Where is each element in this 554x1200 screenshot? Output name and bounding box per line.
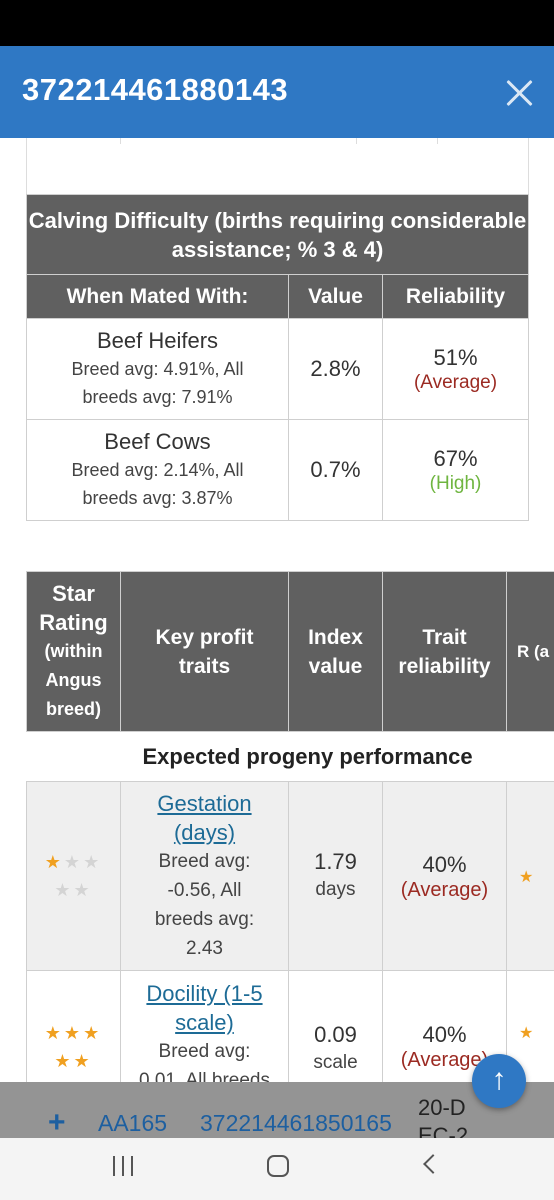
app-header: 372214461880143: [0, 46, 554, 138]
star-icon: ★: [73, 880, 93, 900]
index-unit: scale: [313, 1052, 358, 1073]
bottom-record-bar[interactable]: + AA165 372214461850165 20-DEC-25: [0, 1082, 554, 1140]
trait-reliability: 40%: [422, 851, 467, 877]
section-row: Expected progeny performance: [26, 731, 554, 782]
index-unit: days: [315, 879, 356, 900]
reliability-label: (Average): [413, 372, 498, 393]
star-icon: ★: [83, 1023, 103, 1043]
trait-link-gestation[interactable]: Gestation (days): [139, 789, 270, 847]
col-mated-with: When Mated With:: [26, 274, 289, 319]
star-icon: ★: [44, 852, 64, 872]
star-icon: ★: [44, 1023, 64, 1043]
row-avg: Breed avg: 2.14%, All breeds avg: 3.87%: [71, 460, 244, 508]
star-icon: ★: [63, 852, 84, 872]
col-index-value: Index value: [288, 571, 383, 732]
trait-link-docility[interactable]: Docility (1-5 scale): [139, 979, 270, 1037]
row-reliability: 67%: [433, 446, 478, 471]
scroll-to-top-button[interactable]: ↑: [472, 1054, 526, 1108]
row-avg: Breed avg: 4.91%, All breeds avg: 7.91%: [71, 359, 244, 407]
trait-avg: Breed avg: -0.56, All breeds avg: 2.43: [154, 851, 255, 959]
index-value: 0.09: [314, 1022, 357, 1047]
star-icon: ★: [73, 1051, 93, 1071]
arrow-up-icon: ↑: [491, 1063, 507, 1096]
star-icon: ★: [519, 868, 534, 886]
star-rating-label: Star Rating: [39, 581, 108, 635]
calving-difficulty-table: Calving Difficulty (births requiring con…: [25, 194, 530, 521]
index-value: 1.79: [314, 849, 357, 874]
detail-content[interactable]: Calving Difficulty (births requiring con…: [0, 138, 554, 1134]
star-icon: ★: [54, 880, 74, 900]
star-icon: ★: [519, 1025, 534, 1042]
row-value: 0.7%: [288, 419, 383, 521]
record-date: 20-DEC-25: [418, 1095, 469, 1138]
star-icon: ★: [54, 1051, 74, 1071]
record-code: AA165: [98, 1110, 168, 1136]
col-star-rating: Star Rating (within Angus breed): [26, 571, 121, 732]
expand-plus-icon[interactable]: +: [48, 1106, 66, 1140]
key-profit-traits-table: Star Rating (within Angus breed) Key pro…: [26, 571, 554, 1125]
reliability-label: (High): [429, 473, 482, 494]
trait-reliability: 40%: [422, 1022, 467, 1047]
recent-apps-icon[interactable]: [113, 1156, 135, 1176]
col-trait-reliability: Trait reliability: [382, 571, 507, 732]
calving-title: Calving Difficulty (births requiring con…: [25, 194, 530, 275]
star-rating-cell: ★★★ ★★: [26, 781, 121, 971]
row-reliability: 51%: [433, 345, 478, 370]
home-icon[interactable]: [267, 1155, 289, 1177]
divider: [437, 138, 438, 144]
star-rating-sub: (within Angus breed): [44, 641, 103, 719]
col-partial: R (a a b: [506, 571, 554, 732]
system-nav-bar: [0, 1138, 554, 1200]
row-name: Beef Cows: [104, 429, 211, 454]
table-row: Beef Heifers Breed avg: 4.91%, All breed…: [26, 318, 530, 420]
section-label: Expected progeny performance: [26, 731, 507, 782]
star-rating: ★★★ ★★: [27, 1019, 120, 1075]
table-row: Beef Cows Breed avg: 2.14%, All breeds a…: [26, 419, 530, 521]
back-icon[interactable]: [423, 1154, 443, 1174]
col-reliability: Reliability: [381, 274, 530, 319]
star-rating: ★★★ ★★: [27, 848, 120, 904]
record-id: 372214461850165: [200, 1110, 392, 1136]
page-title: 372214461880143: [22, 72, 289, 107]
divider: [356, 138, 357, 144]
star-icon: ★: [83, 852, 103, 872]
col-key-traits: Key profit traits: [120, 571, 289, 732]
col-value: Value: [288, 274, 383, 319]
status-bar: [0, 0, 554, 46]
reliability-label: (Average): [400, 878, 489, 901]
close-icon[interactable]: [502, 76, 536, 110]
table-row: ★★★ ★★ Gestation (days) Breed avg: -0.56…: [26, 781, 554, 971]
divider: [120, 138, 121, 144]
row-value: 2.8%: [288, 318, 383, 420]
star-icon: ★: [63, 1023, 84, 1043]
row-name: Beef Heifers: [96, 328, 219, 353]
